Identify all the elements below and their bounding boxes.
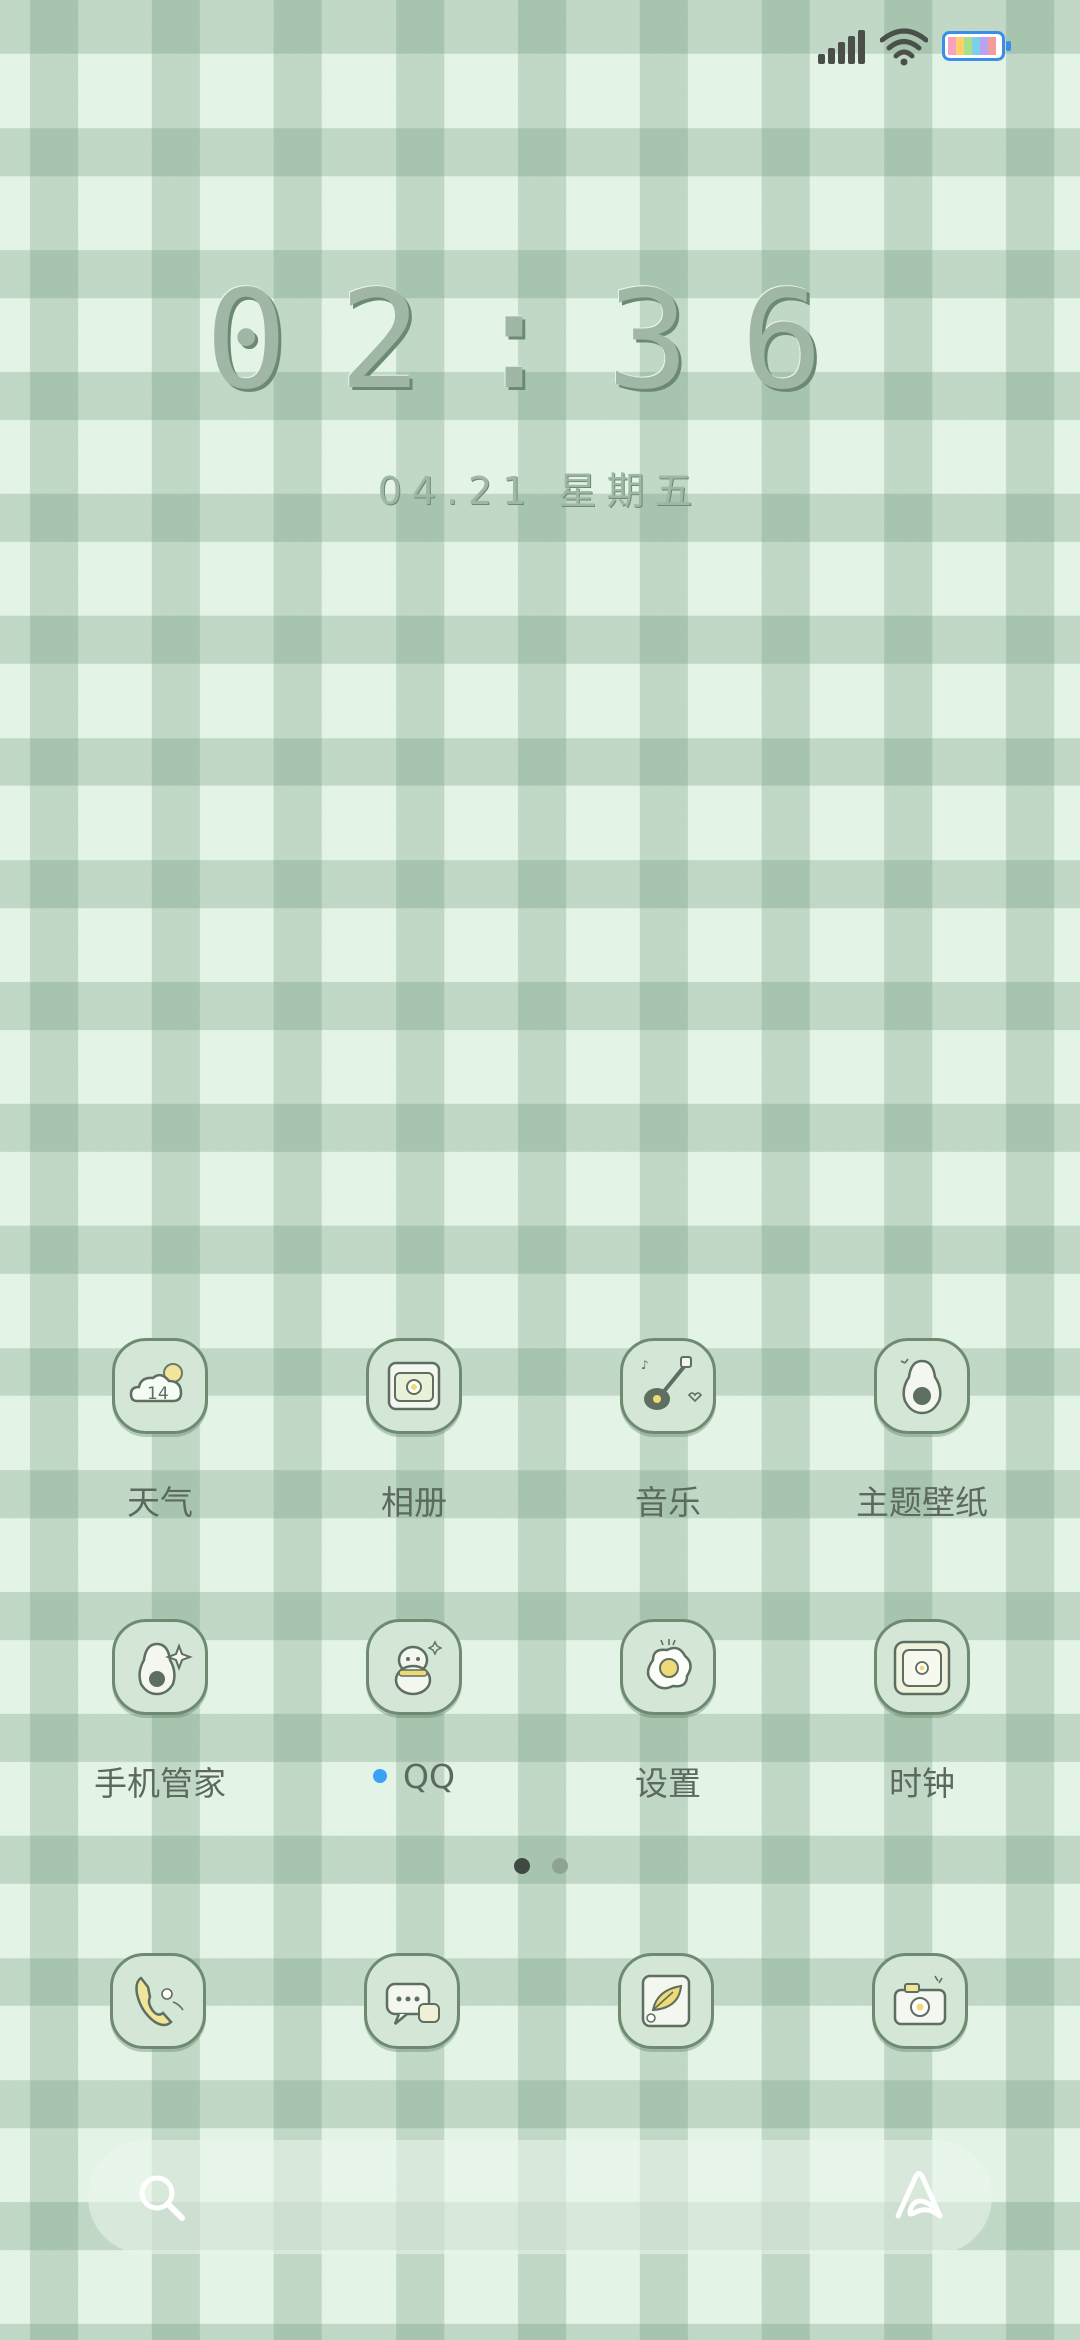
dock-phone[interactable]	[31, 1953, 285, 2063]
phone-icon	[110, 1953, 206, 2049]
app-label-weather: 天气	[127, 1483, 193, 1522]
page-indicator	[510, 1858, 570, 1876]
app-music[interactable]: ♪ 音乐	[541, 1338, 795, 1598]
app-weather[interactable]: 14 天气	[33, 1338, 287, 1598]
app-photos[interactable]: 相册	[287, 1338, 541, 1598]
app-settings[interactable]: 设置	[541, 1619, 795, 1879]
search-icon[interactable]	[134, 2170, 190, 2226]
dock-messages[interactable]	[285, 1953, 539, 2063]
svg-text:♪: ♪	[641, 1358, 649, 1372]
assistant-a-icon[interactable]	[888, 2166, 950, 2228]
app-themes[interactable]: 主题壁纸	[795, 1338, 1049, 1598]
weather-cloud-icon: 14	[112, 1338, 208, 1434]
fried-egg-icon	[620, 1619, 716, 1715]
app-label-music: 音乐	[635, 1483, 701, 1522]
clock-time[interactable]: 02:36	[0, 262, 1080, 420]
qq-penguin-icon	[366, 1619, 462, 1715]
page-dot-active[interactable]	[514, 1858, 530, 1874]
avocado-icon	[874, 1338, 970, 1434]
battery-icon	[942, 31, 1011, 61]
wifi-icon	[880, 28, 928, 66]
browser-leaf-icon	[618, 1953, 714, 2049]
music-guitar-icon: ♪	[620, 1338, 716, 1434]
app-label-photos: 相册	[381, 1483, 447, 1522]
notification-dot	[373, 1768, 388, 1783]
dock-browser[interactable]	[539, 1953, 793, 2063]
dock-camera[interactable]	[793, 1953, 1047, 2063]
app-label-qq: QQ	[287, 1757, 541, 1796]
page-dot[interactable]	[552, 1858, 568, 1874]
clock-date: 04.21 星期五	[377, 469, 703, 513]
status-bar	[0, 0, 1080, 96]
app-qq[interactable]: QQ	[287, 1619, 541, 1879]
app-label-phone-manager: 手机管家	[94, 1764, 226, 1803]
search-bar[interactable]	[88, 2140, 992, 2254]
clock-frame-icon	[874, 1619, 970, 1715]
app-label-themes: 主题壁纸	[856, 1483, 988, 1522]
app-label-qq-text: QQ	[403, 1757, 455, 1796]
messages-icon	[364, 1953, 460, 2049]
app-phone-manager[interactable]: 手机管家	[33, 1619, 287, 1879]
weather-temp-badge: 14	[147, 1384, 169, 1404]
app-label-clock: 时钟	[889, 1764, 955, 1803]
app-label-settings: 设置	[635, 1764, 701, 1803]
avocado-sparkle-icon	[112, 1619, 208, 1715]
camera-icon	[872, 1953, 968, 2049]
app-clock[interactable]: 时钟	[795, 1619, 1049, 1879]
photo-album-icon	[366, 1338, 462, 1434]
signal-bars-icon	[818, 30, 870, 64]
